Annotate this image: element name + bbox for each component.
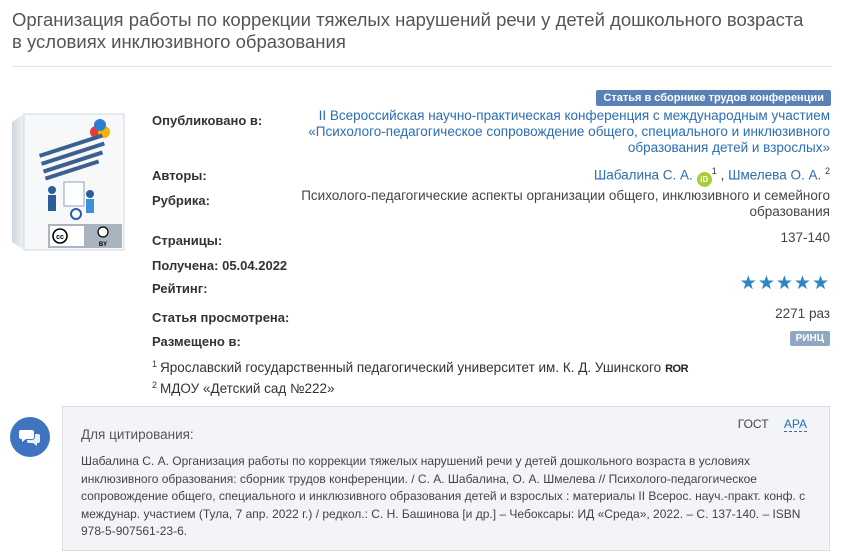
views-value: 2271 раз [775, 306, 830, 321]
affiliation-2: 2 МДОУ «Детский сад №222» [152, 380, 335, 396]
star-icon[interactable]: ★ [812, 273, 830, 294]
received-value: 05.04.2022 [222, 258, 288, 273]
authors-list: Шабалина С. А. iD1 , Шмелева О. А. 2 [594, 163, 830, 187]
rubric-value: Психолого-педагогические аспекты организ… [301, 188, 830, 219]
pages-label: Страницы: [152, 233, 223, 248]
star-icon[interactable]: ★ [740, 273, 758, 294]
star-icon[interactable]: ★ [776, 273, 794, 294]
citation-heading: Для цитирования: [81, 427, 194, 442]
orcid-icon[interactable]: iD [696, 171, 712, 187]
star-icon[interactable]: ★ [758, 273, 776, 294]
pages-value: 137-140 [780, 230, 830, 245]
citation-box: Для цитирования: ГОСТ APA Шабалина С. А.… [62, 406, 830, 551]
citation-text: Шабалина С. А. Организация работы по кор… [81, 454, 806, 538]
author-link-2[interactable]: Шмелева О. А. [728, 168, 821, 183]
citation-style-tabs: ГОСТ APA [726, 417, 807, 432]
indexed-label: Размещено в: [152, 334, 241, 349]
rubric-label: Рубрика: [152, 193, 210, 208]
published-in-label: Опубликовано в: [152, 113, 263, 128]
rinc-badge[interactable]: РИНЦ [789, 331, 830, 346]
cc-by-label: BY [99, 242, 107, 248]
rating-stars[interactable]: ★★★★★ [740, 273, 830, 295]
conference-link[interactable]: II Всероссийская научно-практическая кон… [308, 108, 830, 155]
page-title: Организация работы по коррекции тяжелых … [12, 9, 804, 52]
chat-bubbles-icon[interactable] [10, 417, 50, 457]
svg-text:cc: cc [56, 234, 64, 241]
tab-gost[interactable]: ГОСТ [738, 417, 769, 431]
ror-icon[interactable]: ROR [665, 363, 688, 375]
author-affiliation-sup-2: 2 [824, 166, 830, 176]
title-divider [12, 66, 832, 67]
views-label: Статья просмотрена: [152, 310, 290, 325]
rating-label: Рейтинг: [152, 281, 208, 296]
publication-type-badge: Статья в сборнике трудов конференции [596, 90, 831, 106]
authors-label: Авторы: [152, 168, 207, 183]
published-in-value: II Всероссийская научно-практическая кон… [270, 108, 830, 156]
author-link-1[interactable]: Шабалина С. А. [594, 168, 693, 183]
tab-apa[interactable]: APA [783, 417, 807, 432]
received-label: Получена: 05.04.2022 [152, 258, 288, 273]
cc-license-badge: cc BY [48, 224, 122, 248]
author-affiliation-sup-1: 1 [711, 166, 717, 176]
affiliation-1: 1 Ярославский государственный педагогичес… [152, 359, 689, 375]
star-icon[interactable]: ★ [794, 273, 812, 294]
book-cover-image[interactable]: cc BY [10, 110, 128, 252]
